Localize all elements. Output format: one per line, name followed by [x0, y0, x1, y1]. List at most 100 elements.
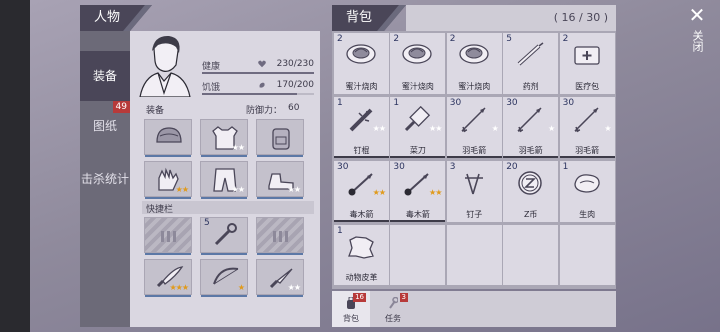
item-underline: [503, 156, 559, 158]
item-count: 1: [337, 226, 343, 236]
item-count: 3: [449, 162, 456, 172]
backpack-item[interactable]: 20 Z币: [503, 161, 559, 222]
backpack-header: 背包: [332, 5, 406, 31]
item-name: 蜜汁烧肉: [458, 82, 491, 91]
quick-slot[interactable]: ★: [200, 259, 248, 297]
backpack-item[interactable]: 30 ★★ 毒木箭: [390, 161, 446, 222]
equipment-slot[interactable]: [144, 119, 192, 157]
empty-backpack-cell[interactable]: [390, 225, 446, 285]
quick-slot[interactable]: ★★★: [144, 259, 192, 297]
quick-slot[interactable]: 5: [200, 217, 248, 255]
item-name: 医疗包: [575, 82, 600, 91]
blueprints-badge: 49: [112, 101, 130, 113]
backpack-item[interactable]: 2 蜜汁烧肉: [390, 33, 446, 94]
backpack-item[interactable]: 2 医疗包: [559, 33, 615, 94]
tab-tasks[interactable]: 3 任务: [374, 291, 412, 327]
backpack-item[interactable]: 30 ★ 羽毛箭: [446, 97, 502, 158]
backpack-item[interactable]: 30 ★ 羽毛箭: [559, 97, 615, 158]
backpack-item[interactable]: 30 ★ 羽毛箭: [503, 97, 559, 158]
rarity-stars: ★★★: [169, 283, 188, 292]
hunger-value: 170/200: [276, 80, 314, 90]
spiked-club-icon: [349, 108, 373, 132]
backpack-tab-label: 背包: [343, 314, 359, 323]
leather-icon: [348, 236, 374, 259]
backpack-item[interactable]: 30 ★★ 毒木箭: [334, 161, 389, 222]
backpack-item[interactable]: 3 钉子: [446, 161, 502, 222]
health-label: 健康: [202, 62, 221, 72]
close-button[interactable]: ✕ 关闭: [680, 4, 714, 74]
character-portrait: [136, 35, 192, 97]
backpack-count: ( 16 / 30 ): [553, 11, 608, 24]
equipment-label: 装备: [146, 106, 165, 116]
hunger-bar: [202, 93, 314, 95]
equipment-slot[interactable]: [256, 119, 304, 157]
item-underline: [559, 156, 615, 158]
coin-icon: [518, 171, 542, 195]
item-name: 蜜汁烧肉: [345, 82, 378, 91]
quick-slot[interactable]: ★★: [256, 259, 304, 297]
equipment-slot[interactable]: ★★: [256, 161, 304, 199]
backpack-item[interactable]: 2 蜜汁烧肉: [334, 33, 389, 94]
quick-slot[interactable]: [144, 217, 192, 255]
syringe-icon: [517, 42, 544, 66]
backpack-item[interactable]: 2 蜜汁烧肉: [446, 33, 502, 94]
item-count: 2: [449, 34, 456, 44]
backpack-item[interactable]: 1 动物皮革: [334, 225, 389, 285]
tasks-tab-label: 任务: [385, 314, 401, 323]
slot-count: 5: [204, 218, 210, 228]
quickbar-label: 快捷栏: [146, 205, 174, 215]
character-body: 健康 230/230 饥饿 170/200 装备 防御力： 60 ★★ ★★ ★★ ★…: [130, 31, 320, 327]
tab-blueprints[interactable]: 图纸 49: [80, 101, 130, 151]
backpack-tabs: 16 背包 3 任务: [332, 291, 616, 327]
item-name: Z币: [523, 210, 538, 219]
tab-backpack[interactable]: 16 背包: [332, 291, 370, 327]
rarity-stars: ★★: [287, 185, 301, 194]
equipment-slot[interactable]: ★★: [200, 161, 248, 199]
health-stat: 健康 230/230: [202, 59, 314, 74]
bow-icon: [213, 267, 239, 285]
backpack-item[interactable]: 1 生肉: [559, 161, 615, 222]
backpack-item[interactable]: 5 药剂: [503, 33, 559, 94]
equipment-slot[interactable]: ★★: [200, 119, 248, 157]
helmet-icon: [156, 127, 182, 143]
tab-equipment[interactable]: 装备: [80, 51, 130, 101]
heart-icon: [258, 60, 266, 68]
close-label: 关闭: [691, 30, 704, 52]
item-name: 蜜汁烧肉: [401, 82, 434, 91]
health-bar: [202, 72, 314, 74]
food-icon: [259, 82, 265, 88]
backpack-tab-badge: 16: [353, 293, 366, 302]
close-icon: ✕: [688, 3, 706, 27]
raw-meat-icon: [573, 174, 600, 193]
backpack-item[interactable]: 1 ★★ 菜刀: [390, 97, 446, 158]
backpack-title: 背包: [346, 10, 373, 25]
character-header: 人物: [80, 5, 152, 31]
slot-underline: [257, 295, 303, 297]
health-value: 230/230: [276, 59, 314, 69]
item-name: 钉棍: [353, 146, 370, 155]
item-count: 2: [393, 34, 400, 44]
backpack-item[interactable]: 1 ★★ 钉棍: [334, 97, 389, 158]
defense-value: 60: [288, 103, 300, 113]
rarity-stars: ★: [604, 124, 611, 133]
equipment-slot[interactable]: ★★: [144, 161, 192, 199]
slot-underline: [145, 197, 191, 199]
tab-kill-stats[interactable]: 击杀统计: [80, 153, 130, 205]
empty-backpack-cell[interactable]: [503, 225, 559, 285]
hunger-stat: 饥饿 170/200: [202, 80, 314, 95]
quick-slot[interactable]: [256, 217, 304, 255]
rarity-stars: ★: [237, 283, 245, 292]
item-count: 5: [506, 34, 512, 44]
item-underline: [334, 220, 389, 222]
medkit-icon: [573, 46, 600, 65]
item-name: 菜刀: [409, 146, 426, 155]
empty-backpack-cell[interactable]: [559, 225, 615, 285]
arrow-icon: [574, 107, 599, 133]
empty-backpack-cell[interactable]: [446, 225, 502, 285]
backpack-panel: 背包 ( 16 / 30 ) 2 蜜汁烧肉 2 蜜汁烧肉 2 蜜汁烧肉 5 药剂 2 医疗包 1 ★★…: [332, 5, 616, 327]
meat-dish-icon: [346, 44, 376, 64]
slot-underline: [145, 295, 191, 297]
backpack-icon: [272, 128, 290, 150]
rarity-stars: ★: [548, 124, 555, 133]
slot-underline: [257, 155, 303, 157]
